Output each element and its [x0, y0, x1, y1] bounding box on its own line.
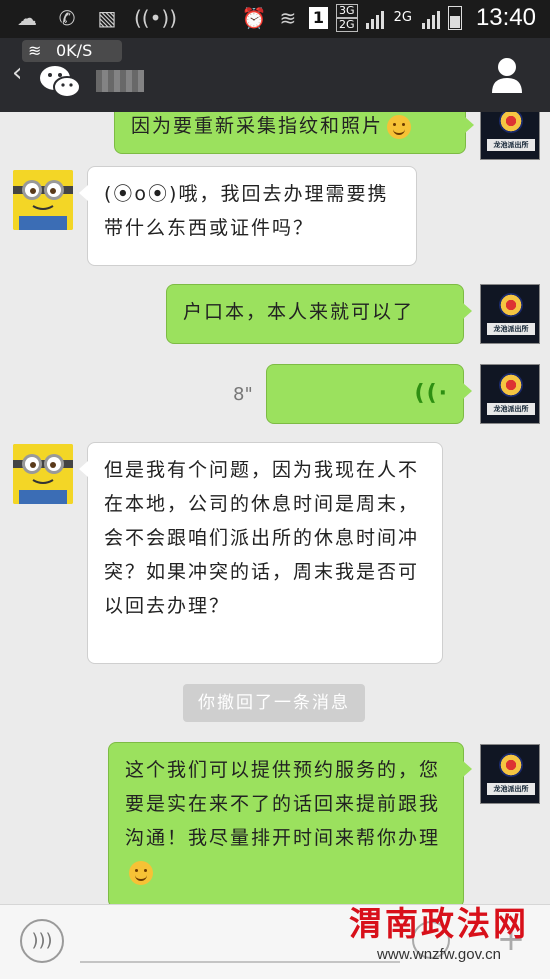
signal-bars-icon [365, 7, 384, 29]
person-icon[interactable] [490, 56, 524, 94]
signal-broadcast-icon: ((•)) [134, 6, 178, 30]
avatar-police[interactable]: 龙池派出所 [480, 284, 540, 344]
police-emblem-icon [499, 112, 523, 133]
message-bubble[interactable]: 户口本，本人来就可以了 [166, 284, 472, 344]
avatar-minion[interactable] [13, 170, 73, 230]
clock: 13:40 [475, 4, 536, 31]
wechat-notify-icon: ✆ [58, 6, 76, 30]
net-speed-badge: ≋ 0K/S [22, 40, 122, 62]
image-icon: ▧ [97, 6, 117, 30]
voice-icon: ))) [31, 930, 53, 951]
cloud-icon: ☁ [17, 6, 37, 30]
net-speed: 0K/S [56, 41, 93, 60]
message-text: (⦿o⦿)哦，我回去办理需要携带什么东西或证件吗？ [104, 183, 389, 239]
sim-indicator: 1 [308, 7, 329, 29]
watermark-title: 渭南政法网 [349, 904, 529, 943]
message-text: 这个我们可以提供预约服务的，您要是实在来不了的话回来提前跟我沟通！我尽量排开时间… [125, 759, 441, 849]
message-bubble[interactable]: 这个我们可以提供预约服务的，您要是实在来不了的话回来提前跟我沟通！我尽量排开时间… [108, 742, 472, 904]
message-text: 因为要重新采集指纹和照片 [131, 115, 384, 137]
battery-icon [447, 6, 462, 30]
police-emblem-icon [499, 753, 523, 777]
site-watermark: 渭南政法网 www.wnzfw.gov.cn [334, 902, 544, 978]
police-emblem-icon [499, 293, 523, 317]
wifi-icon: ≋ [28, 41, 42, 60]
surprised-emoji-icon [387, 114, 412, 139]
smile-emoji-icon [129, 860, 153, 885]
minion-icon [13, 170, 73, 230]
alarm-icon: ⏰ [241, 6, 267, 30]
contact-name-blurred [96, 70, 144, 92]
police-emblem-icon [499, 373, 523, 397]
message-text: 但是我有个问题，因为我现在人不在本地，公司的休息时间是周末，会不会跟咱们派出所的… [104, 459, 420, 617]
avatar-police[interactable]: 龙池派出所 [480, 744, 540, 804]
status-bar: ☁ ✆ ▧ ((•)) ⏰ ≋ 1 3G 2G 2G 13:40 [0, 0, 550, 38]
message-bubble[interactable]: 但是我有个问题，因为我现在人不在本地，公司的休息时间是周末，会不会跟咱们派出所的… [79, 442, 443, 664]
voice-duration: 8" [233, 384, 253, 405]
chat-header: ≋ 0K/S ‹ [0, 38, 550, 112]
message-text: 户口本，本人来就可以了 [183, 301, 415, 323]
message-bubble[interactable]: (⦿o⦿)哦，我回去办理需要携带什么东西或证件吗？ [79, 166, 417, 266]
wifi-icon: ≋ [279, 6, 297, 30]
recall-notice: 你撤回了一条消息 [183, 684, 365, 722]
signal-bars-icon [421, 7, 440, 29]
avatar-police[interactable]: 龙池派出所 [480, 112, 540, 160]
wechat-icon[interactable] [38, 62, 82, 102]
network-3g-label: 3G [336, 4, 358, 18]
avatar-police[interactable]: 龙池派出所 [480, 364, 540, 424]
voice-message-bubble[interactable]: ((· [266, 364, 472, 424]
watermark-url: www.wnzfw.gov.cn [377, 946, 501, 963]
chat-area[interactable]: 龙池派出所 因为要重新采集指纹和照片 (⦿o⦿)哦，我回去办理需要携带什么东西或… [0, 112, 550, 904]
chevron-left-icon[interactable]: ‹ [12, 58, 22, 88]
network-2g-label-2: 2G [393, 10, 412, 25]
voice-input-button[interactable]: ))) [20, 919, 64, 963]
network-2g-label: 2G [336, 18, 358, 32]
avatar-minion[interactable] [13, 444, 73, 504]
voice-wave-icon: ((· [414, 381, 449, 406]
message-bubble[interactable]: 因为要重新采集指纹和照片 [114, 112, 474, 154]
minion-icon [13, 444, 73, 504]
